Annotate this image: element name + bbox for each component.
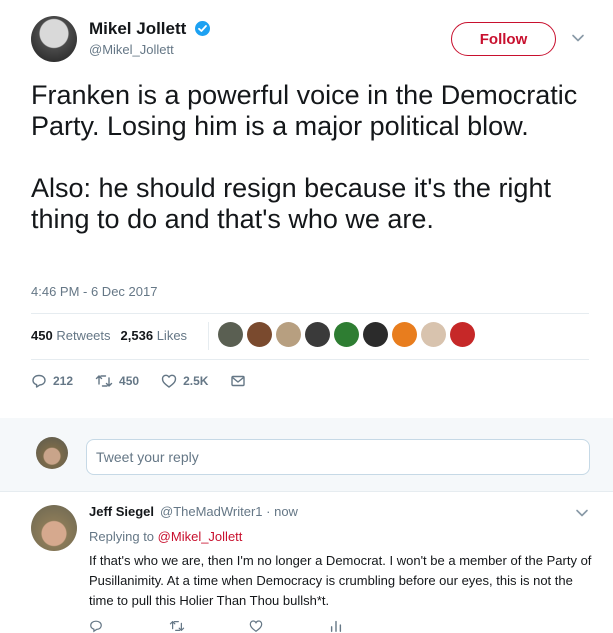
tweet-actions: 212 450 2.5K [31, 373, 274, 389]
follow-button[interactable]: Follow [451, 22, 556, 56]
liker-avatar[interactable] [450, 322, 475, 347]
like-icon [249, 620, 263, 632]
reply-retweet-action[interactable] [169, 619, 249, 633]
retweet-icon [169, 621, 185, 631]
liker-avatar[interactable] [218, 322, 243, 347]
liker-avatar[interactable] [392, 322, 417, 347]
reply-action[interactable]: 212 [31, 373, 73, 389]
author-handle[interactable]: @Mikel_Jollett [89, 42, 174, 57]
reply-reply-action[interactable] [89, 619, 169, 633]
retweets-count: 450 [31, 328, 53, 343]
likes-stat[interactable]: 2,536 Likes [121, 328, 188, 343]
current-user-avatar [36, 437, 68, 469]
reply-text: If that's who we are, then I'm no longer… [89, 553, 592, 608]
verified-badge-icon [195, 21, 210, 36]
divider [31, 359, 589, 360]
reply-handle-time[interactable]: @TheMadWriter1 · now [160, 504, 298, 519]
author-name[interactable]: Mikel Jollett [89, 19, 186, 39]
like-action[interactable]: 2.5K [161, 373, 208, 389]
liker-avatars [218, 322, 475, 347]
likes-count: 2,536 [120, 328, 154, 343]
retweet-count: 450 [119, 374, 140, 388]
reply-actions [89, 619, 409, 633]
reply-icon [90, 620, 102, 633]
liker-avatar[interactable] [276, 322, 301, 347]
like-icon [161, 374, 177, 388]
likes-label: Likes [156, 328, 188, 343]
reply-tweet: Jeff Siegel @TheMadWriter1 · now Replyin… [0, 493, 613, 633]
analytics-icon [330, 620, 342, 632]
reply-count: 212 [53, 374, 74, 388]
liker-avatar[interactable] [421, 322, 446, 347]
liker-avatar[interactable] [247, 322, 272, 347]
divider [31, 313, 589, 314]
retweet-action[interactable]: 450 [95, 373, 139, 389]
reply-author-avatar[interactable] [31, 505, 77, 551]
direct-message-action[interactable] [230, 373, 252, 389]
reply-icon [32, 374, 46, 388]
replying-prefix: Replying to [89, 529, 155, 544]
tweet-timestamp[interactable]: 4:46 PM - 6 Dec 2017 [31, 284, 157, 299]
chevron-down-icon[interactable] [575, 506, 589, 525]
liker-avatar[interactable] [305, 322, 330, 347]
retweets-label: Retweets [56, 328, 111, 343]
liker-avatar[interactable] [363, 322, 388, 347]
author-avatar[interactable] [31, 16, 77, 62]
tweet-stats: 450 Retweets 2,536 Likes [31, 328, 187, 343]
reply-author-name[interactable]: Jeff Siegel [89, 504, 154, 519]
liker-avatar[interactable] [334, 322, 359, 347]
chevron-down-icon[interactable] [571, 31, 585, 45]
replying-to: Replying to @Mikel_Jollett [89, 529, 242, 544]
reply-composer [0, 420, 613, 492]
like-count: 2.5K [183, 374, 209, 388]
stats-separator [208, 322, 209, 350]
reply-analytics-action[interactable] [329, 619, 409, 633]
replying-to-link[interactable]: @Mikel_Jollett [158, 529, 243, 544]
reply-like-action[interactable] [249, 619, 329, 633]
retweet-icon [95, 375, 113, 387]
tweet-text: Franken is a powerful voice in the Democ… [31, 80, 578, 234]
reply-input[interactable] [86, 439, 590, 475]
retweets-stat[interactable]: 450 Retweets [31, 328, 111, 343]
direct-message-icon [231, 375, 246, 387]
